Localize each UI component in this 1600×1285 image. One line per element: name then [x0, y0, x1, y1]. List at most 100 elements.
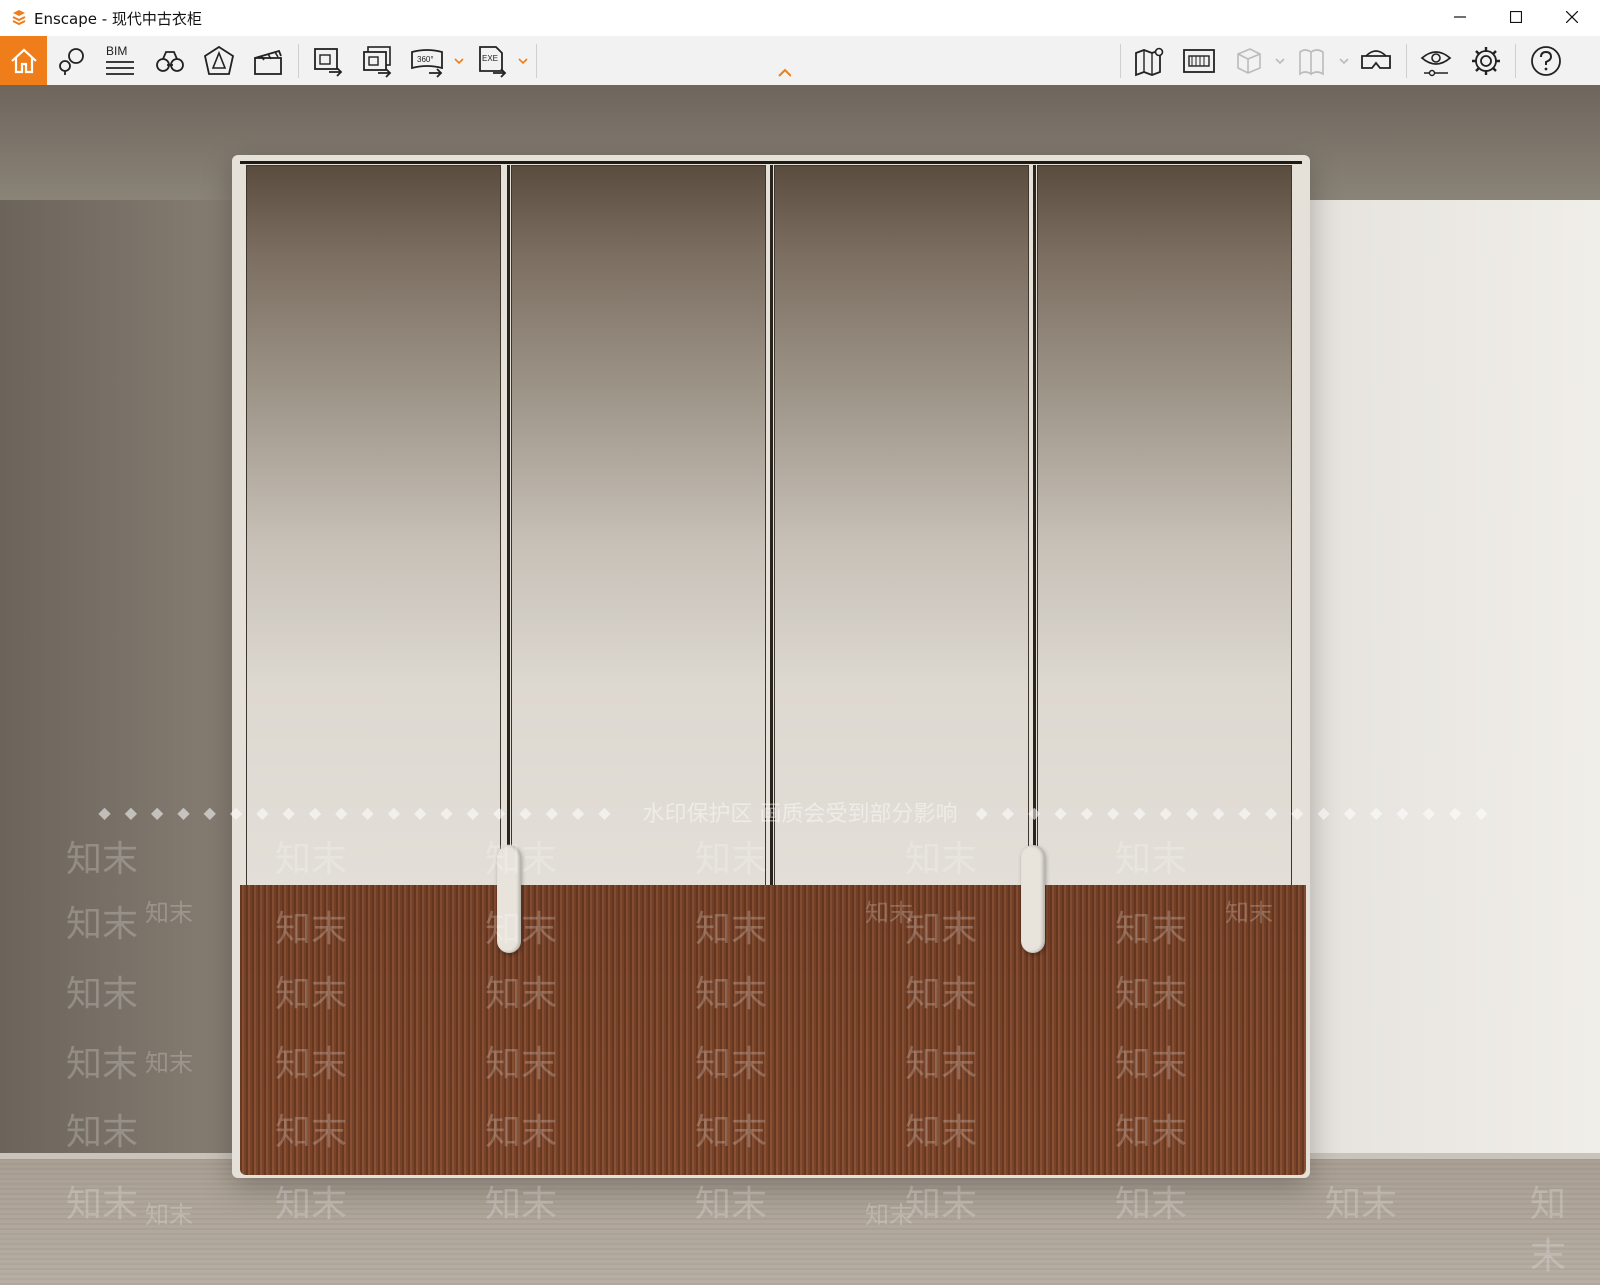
toolbar-separator [1515, 44, 1516, 78]
wardrobe-door [1037, 165, 1292, 889]
watermark: 知末 [1115, 974, 1188, 1015]
window-controls [1432, 0, 1600, 36]
watermark-diamonds: ◆◆◆◆◆◆◆◆◆◆◆◆◆◆◆◆◆◆◆◆ [98, 802, 625, 822]
book-dropdown-button[interactable] [1337, 54, 1351, 68]
bim-button[interactable]: BIM [100, 41, 140, 81]
watermark: 知末 [485, 974, 558, 1015]
watermark: 知末 [66, 1112, 139, 1153]
render-viewport[interactable]: ◆◆◆◆◆◆◆◆◆◆◆◆◆◆◆◆◆◆◆◆ 水印保护区 画质会受到部分影响 ◆◆◆… [0, 85, 1600, 1285]
batch-button[interactable] [1179, 41, 1219, 81]
maximize-button[interactable] [1488, 0, 1544, 34]
close-icon [1566, 11, 1578, 23]
home-button[interactable] [0, 36, 47, 85]
eye-settings-icon [1420, 51, 1452, 77]
settings-button[interactable] [1466, 41, 1506, 81]
watermark: 知末 [695, 1184, 768, 1225]
home-icon [10, 48, 37, 73]
watermark: 知末 [695, 974, 768, 1015]
minimize-icon [1454, 16, 1466, 18]
watermark: 知末 [1115, 1184, 1188, 1225]
asset-library-button[interactable] [199, 41, 239, 81]
panorama-label: 360° [417, 55, 434, 64]
watermark: 知末 [275, 839, 348, 880]
bim-icon: BIM [106, 44, 134, 75]
collapse-toolbar-button[interactable] [777, 66, 791, 80]
panorama-dropdown-button[interactable] [452, 54, 466, 68]
watermark: 知末 [485, 909, 558, 950]
watermark: 知末 [695, 1112, 768, 1153]
help-icon [1531, 46, 1561, 76]
wardrobe-door [774, 165, 1029, 889]
watermark-diamonds: ◆◆◆◆◆◆◆◆◆◆◆◆◆◆◆◆◆◆◆◆ [975, 802, 1502, 822]
watermark: 知末 [66, 1044, 139, 1085]
enscape-toolbar: BIM 360° EXE [0, 36, 1600, 86]
help-button[interactable] [1526, 41, 1566, 81]
map-button[interactable] [1130, 41, 1170, 81]
gear-icon [1472, 47, 1500, 75]
watermark: 知末 [905, 1044, 978, 1085]
export-exe-button[interactable]: EXE [472, 41, 512, 81]
clapper-icon [254, 49, 282, 75]
watermark: 知末 [695, 839, 768, 880]
wardrobe-door [511, 165, 766, 889]
watermark: 知末 [905, 974, 978, 1015]
close-button[interactable] [1544, 0, 1600, 34]
minimize-button[interactable] [1432, 0, 1488, 34]
batch-render-button[interactable] [357, 41, 397, 81]
watermark: 知末 [1325, 1184, 1398, 1225]
watermark: 知末 [485, 1044, 558, 1085]
watermark: 知末 [905, 909, 978, 950]
watermark: 知末 [905, 1184, 978, 1225]
watermark: 知末 [1115, 1112, 1188, 1153]
views-button[interactable] [52, 41, 92, 81]
chevron-up-icon [778, 68, 791, 77]
vr-button[interactable] [1356, 41, 1396, 81]
watermark: 知末 [865, 1201, 913, 1229]
watermark: 知末 [275, 1184, 348, 1225]
map-icon [1135, 47, 1164, 77]
watermark: 知末 [275, 1112, 348, 1153]
watermark: 知末 [1530, 1184, 1567, 1277]
watermark: 知末 [695, 909, 768, 950]
watermark: 知末 [145, 1049, 193, 1077]
watermark: 知末 [485, 1184, 558, 1225]
window-title: Enscape - 现代中古衣柜 [34, 9, 202, 28]
panorama-button[interactable]: 360° [407, 41, 447, 81]
watermark: 知末 [145, 899, 193, 927]
wardrobe-top-edge [240, 161, 1302, 164]
watermark: 知末 [905, 1112, 978, 1153]
views-icon [59, 48, 84, 75]
screenshot-button[interactable] [308, 41, 348, 81]
chevron-down-icon [518, 58, 528, 65]
watermark: 知末 [66, 1184, 139, 1225]
wardrobe-door [246, 165, 501, 889]
cube-dropdown-button[interactable] [1273, 54, 1287, 68]
visual-settings-button[interactable] [1416, 41, 1456, 81]
watermark: 知末 [275, 909, 348, 950]
toolbar-separator [1120, 44, 1121, 78]
watermark: 知末 [905, 839, 978, 880]
batch-render-icon [363, 46, 392, 78]
watermark: 知末 [485, 1112, 558, 1153]
video-editor-button[interactable] [248, 41, 288, 81]
door-handle [1021, 845, 1045, 953]
watermark: 知末 [66, 839, 139, 880]
watermark: 知末 [275, 974, 348, 1015]
watermark: 知末 [1115, 839, 1188, 880]
asset-library-icon [203, 45, 235, 75]
batch-icon [1183, 49, 1215, 73]
cube-button[interactable] [1229, 41, 1269, 81]
chevron-down-icon [1339, 58, 1349, 65]
enscape-logo-icon [8, 7, 30, 29]
watermark: 知末 [66, 974, 139, 1015]
watermark: 知末 [275, 1044, 348, 1085]
toolbar-separator [298, 44, 299, 78]
vr-headset-icon [1361, 50, 1391, 69]
binoculars-button[interactable] [150, 41, 190, 81]
bim-label: BIM [106, 44, 127, 58]
watermark-banner-text: 水印保护区 画质会受到部分影响 [642, 802, 958, 827]
watermark: 知末 [66, 904, 139, 945]
book-button[interactable] [1292, 41, 1332, 81]
export-dropdown-button[interactable] [516, 54, 530, 68]
screenshot-icon [314, 48, 343, 77]
